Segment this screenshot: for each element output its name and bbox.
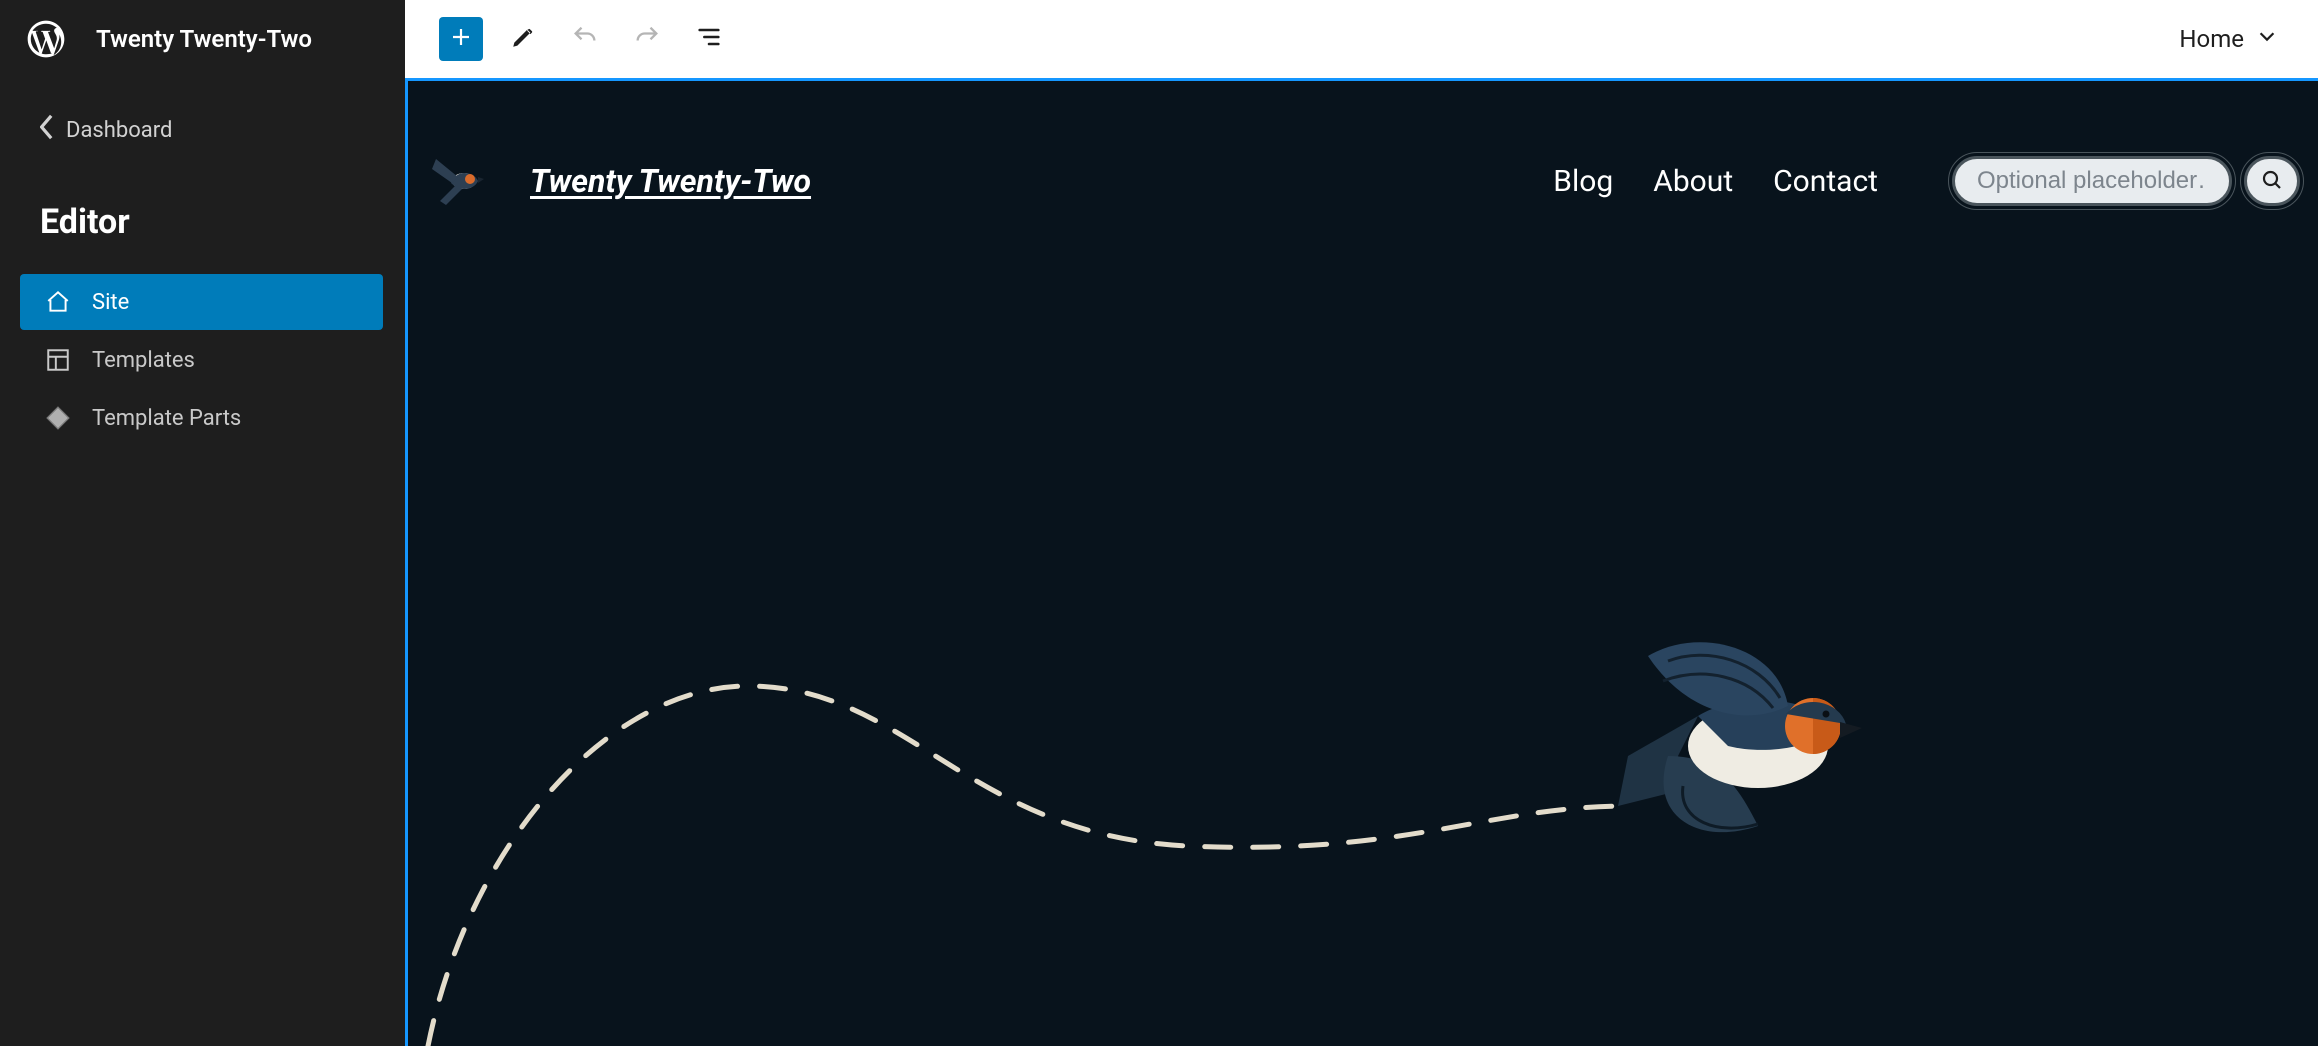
diamond-icon: [44, 404, 72, 432]
site-name[interactable]: Twenty Twenty-Two: [96, 25, 312, 53]
sidebar-item-site[interactable]: Site: [20, 274, 383, 330]
template-dropdown-label: Home: [2179, 25, 2244, 53]
edit-tool-button[interactable]: [501, 17, 545, 61]
list-view-button[interactable]: [687, 17, 731, 61]
search-block: [1952, 156, 2300, 206]
redo-icon: [633, 23, 661, 55]
undo-button[interactable]: [563, 17, 607, 61]
wordpress-logo-icon[interactable]: [24, 17, 68, 61]
page-nav: Blog About Contact: [1553, 164, 1878, 199]
nav-link-blog[interactable]: Blog: [1553, 164, 1613, 199]
editor-sidebar: Twenty Twenty-Two Dashboard Editor Site …: [0, 0, 405, 1046]
search-input[interactable]: [1952, 156, 2232, 206]
sidebar-item-template-parts[interactable]: Template Parts: [20, 390, 383, 446]
chevron-down-icon: [2256, 25, 2278, 53]
sidebar-item-label: Site: [92, 290, 129, 315]
plus-icon: [449, 25, 473, 53]
back-label: Dashboard: [66, 118, 172, 143]
toolbar-left: [439, 17, 731, 61]
redo-button[interactable]: [625, 17, 669, 61]
sidebar-nav: Site Templates Template Parts: [0, 274, 405, 446]
home-icon: [44, 288, 72, 316]
nav-link-about[interactable]: About: [1653, 164, 1733, 199]
search-button[interactable]: [2244, 156, 2300, 206]
page-header: Twenty Twenty-Two Blog About Contact: [426, 151, 2300, 211]
back-to-dashboard[interactable]: Dashboard: [0, 78, 405, 162]
editor-main: Home Twenty Twenty-Two Blog: [405, 0, 2318, 1046]
layout-icon: [44, 346, 72, 374]
sidebar-item-label: Template Parts: [92, 406, 241, 431]
site-logo-bird-icon[interactable]: [426, 151, 496, 211]
template-dropdown[interactable]: Home: [2179, 25, 2278, 53]
nav-link-contact[interactable]: Contact: [1773, 164, 1878, 199]
chevron-left-icon: [40, 114, 56, 146]
add-block-button[interactable]: [439, 17, 483, 61]
page-site-title[interactable]: Twenty Twenty-Two: [530, 162, 811, 200]
undo-icon: [571, 23, 599, 55]
list-view-icon: [695, 23, 723, 55]
sidebar-item-templates[interactable]: Templates: [20, 332, 383, 388]
sidebar-title: Editor: [0, 162, 405, 274]
editor-toolbar: Home: [405, 0, 2318, 78]
sidebar-item-label: Templates: [92, 348, 195, 373]
sidebar-header: Twenty Twenty-Two: [0, 0, 405, 78]
editor-canvas[interactable]: Twenty Twenty-Two Blog About Contact: [405, 78, 2318, 1046]
hero-illustration: [408, 486, 2318, 1046]
pencil-icon: [510, 24, 536, 54]
search-icon: [2260, 168, 2284, 195]
